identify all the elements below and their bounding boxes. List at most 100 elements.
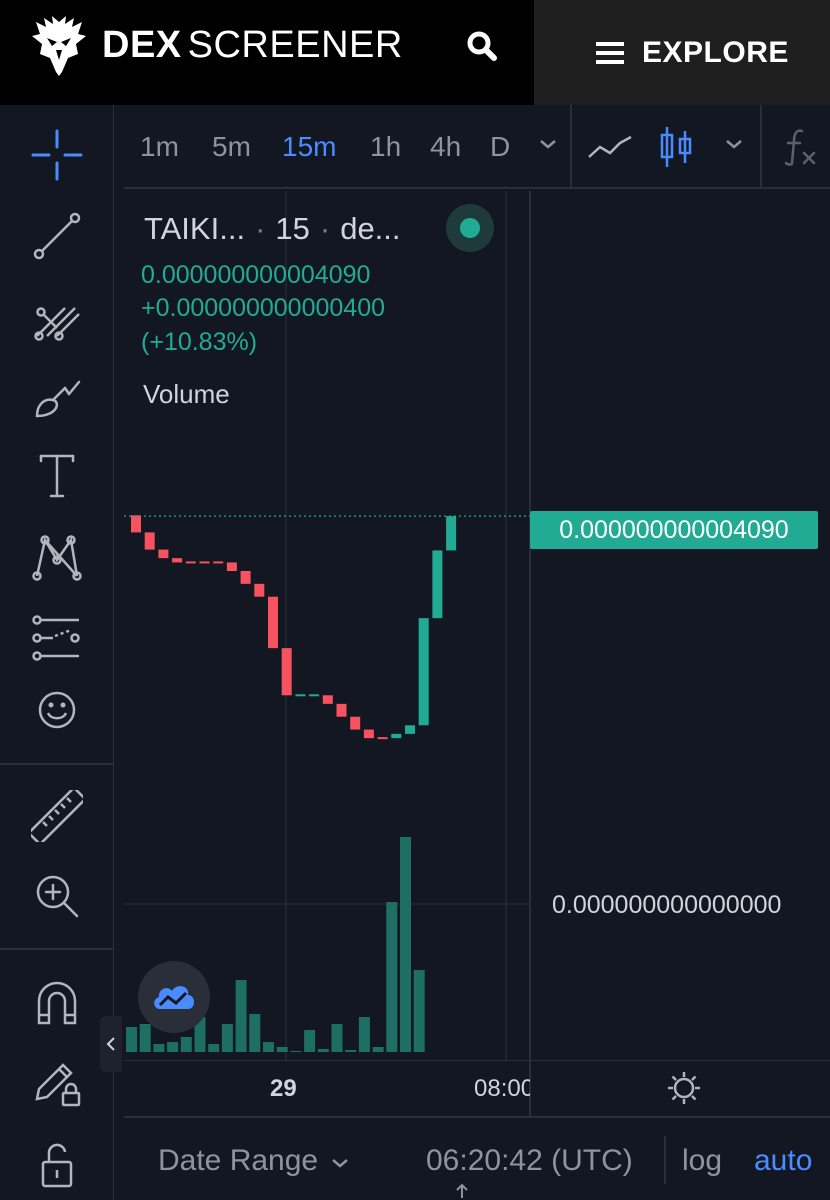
date-range-button[interactable]: Date Range	[158, 1144, 350, 1178]
collapse-toolbar-button[interactable]	[100, 1016, 122, 1072]
candle	[131, 515, 141, 533]
volume-bar	[221, 1024, 233, 1052]
interval-dropdown[interactable]	[538, 137, 558, 156]
candlestick-icon	[660, 127, 692, 167]
legend-change-pct: (+10.83%)	[141, 328, 258, 356]
smiley-icon	[38, 691, 76, 729]
volume-bar	[208, 1044, 220, 1052]
emoji-tool[interactable]	[29, 682, 85, 738]
candle	[281, 648, 292, 696]
utc-clock[interactable]: 06:20:42 (UTC)	[426, 1144, 633, 1178]
volume-bar	[290, 1051, 302, 1052]
interval-15m[interactable]: 15m	[282, 131, 336, 163]
volume-bar	[180, 1037, 192, 1052]
interval-d[interactable]: D	[490, 131, 510, 163]
long-position-icon	[32, 615, 80, 661]
legend-change-abs: +0.000000000000400	[141, 294, 386, 322]
ruler-icon	[31, 790, 83, 842]
symbol-interval: 15	[275, 211, 310, 246]
lock-all-tool[interactable]	[29, 1138, 85, 1194]
time-label: 29	[270, 1075, 297, 1102]
candles-chart-button[interactable]	[658, 125, 694, 174]
scroll-to-realtime-button[interactable]	[454, 1182, 470, 1200]
brand-name-light: SCREENER	[187, 24, 403, 66]
volume-bar	[372, 1047, 384, 1052]
candle	[336, 703, 347, 717]
volume-scale-zero-label: 0.000000000000000	[552, 891, 782, 919]
date-range-label: Date Range	[158, 1144, 319, 1177]
text-tool[interactable]	[29, 448, 85, 504]
trend-line-tool[interactable]	[29, 208, 85, 264]
search-button[interactable]	[462, 26, 502, 66]
candle	[226, 562, 237, 571]
time-label: 08:00	[474, 1075, 530, 1102]
drawing-toolbar	[0, 105, 114, 1200]
chart-mode-button[interactable]	[138, 961, 210, 1033]
measure-tool[interactable]	[29, 788, 85, 844]
volume-bar	[263, 1042, 274, 1052]
explore-button[interactable]: EXPLORE	[534, 0, 830, 105]
toolbar-divider	[0, 948, 114, 950]
magnet-tool[interactable]	[29, 975, 85, 1031]
indicators-button[interactable]	[782, 127, 818, 172]
candle	[172, 558, 183, 563]
volume-bar	[317, 1049, 329, 1052]
candle	[322, 695, 333, 704]
pencil-lock-icon	[35, 1063, 81, 1107]
time-axis[interactable]: 29 08:00	[124, 1060, 830, 1116]
log-scale-toggle[interactable]: log	[682, 1144, 722, 1178]
crosshair-icon	[31, 129, 83, 181]
cloud-chart-icon	[154, 986, 194, 1009]
brush-tool[interactable]	[29, 370, 85, 426]
auto-scale-toggle[interactable]: auto	[754, 1144, 812, 1178]
candle	[363, 729, 374, 739]
forecast-tool[interactable]	[29, 610, 85, 666]
candle	[185, 561, 196, 564]
volume-bar	[413, 970, 425, 1052]
volume-legend[interactable]: Volume	[143, 379, 230, 410]
toolbar-divider	[570, 105, 572, 189]
brand-name: DEX SCREENER	[102, 26, 403, 64]
candle	[418, 618, 429, 726]
volume-bar	[358, 1017, 370, 1052]
candle	[144, 532, 155, 550]
candle	[158, 549, 169, 559]
volume-bar	[126, 1027, 137, 1052]
interval-1h[interactable]: 1h	[370, 131, 401, 163]
candle	[377, 737, 388, 740]
interval-1m[interactable]: 1m	[140, 131, 179, 163]
arrow-up-icon	[456, 1183, 468, 1198]
price-chart[interactable]: TAIKI... · 15 · de... 0.000000000004090 +0.0…	[124, 191, 830, 1116]
explore-label: EXPLORE	[642, 35, 789, 69]
interval-4h[interactable]: 4h	[430, 131, 461, 163]
lock-drawings-tool[interactable]	[29, 1055, 85, 1111]
candle	[391, 733, 402, 739]
brush-icon	[35, 380, 81, 418]
magnet-icon	[37, 981, 77, 1025]
crosshair-tool[interactable]	[29, 127, 85, 183]
candle	[254, 583, 265, 597]
symbol-legend[interactable]: TAIKI... · 15 · de...	[144, 211, 401, 247]
pattern-tool[interactable]	[29, 530, 85, 586]
interval-5m[interactable]: 5m	[212, 131, 251, 163]
unlock-icon	[41, 1143, 73, 1188]
volume-bar	[304, 1030, 316, 1052]
brand-name-bold: DEX	[102, 24, 182, 66]
line-chart-button[interactable]	[586, 131, 634, 168]
candle	[240, 571, 251, 584]
trend-line-icon	[33, 212, 81, 260]
hamburger-menu-icon	[596, 41, 624, 64]
volume-bar	[139, 1024, 151, 1052]
volume-bar	[276, 1047, 288, 1052]
top-header: DEX SCREENER EXPLORE	[0, 0, 830, 105]
candle	[213, 561, 224, 564]
zoom-in-tool[interactable]	[29, 868, 85, 924]
chart-type-dropdown[interactable]	[724, 137, 744, 156]
volume-bar	[386, 902, 398, 1052]
chevron-down-icon	[540, 140, 556, 149]
bottom-toolbar: Date Range 06:20:42 (UTC) log auto	[124, 1116, 830, 1200]
candle	[199, 561, 210, 564]
market-status-indicator[interactable]	[446, 204, 494, 252]
pitchfork-tool[interactable]	[29, 290, 85, 346]
brand-logo[interactable]: DEX SCREENER	[30, 14, 403, 76]
